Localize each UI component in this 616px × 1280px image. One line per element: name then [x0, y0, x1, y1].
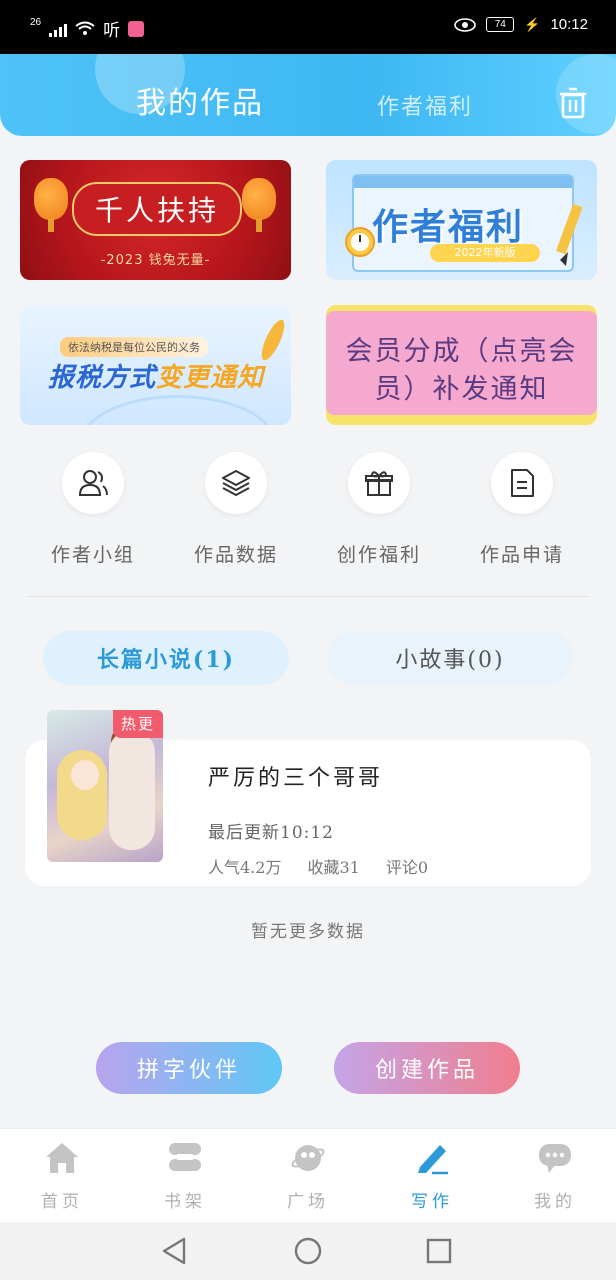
tab-label: 我的	[534, 1192, 576, 1212]
users-icon	[78, 470, 108, 496]
trash-icon[interactable]	[558, 86, 588, 120]
work-cover-image[interactable]: 热更	[47, 710, 163, 862]
create-work-button[interactable]: 创建作品	[334, 1042, 520, 1094]
document-icon	[511, 469, 534, 497]
wifi-icon	[75, 21, 95, 35]
banner-tax-notice[interactable]: 依法纳税是每位公民的义务 报税方式变更通知	[20, 305, 291, 425]
banner-title: 报税方式变更通知	[48, 357, 264, 394]
chat-icon	[539, 1144, 571, 1173]
status-bar: 26 听 74 ⚡ 10:12	[0, 0, 616, 54]
tab-label: 首页	[41, 1192, 83, 1212]
tab-mine[interactable]: 我的	[515, 1141, 595, 1212]
tab-long-novels[interactable]: 长篇小说(1)	[43, 631, 289, 685]
banner-title-part2: 变更通知	[156, 363, 265, 393]
work-title[interactable]: 严厉的三个哥哥	[208, 760, 383, 792]
banner-title: 千人扶持	[94, 194, 219, 227]
shortcut-creation-benefits[interactable]	[348, 452, 410, 514]
tab-square[interactable]: 广场	[268, 1141, 348, 1212]
lantern-icon	[34, 178, 68, 232]
planet-icon	[291, 1145, 325, 1171]
shortcut-author-group[interactable]	[62, 452, 124, 514]
battery-icon: 74	[486, 17, 515, 32]
work-stats: 人气4.2万 收藏31 评论0	[208, 854, 428, 878]
tab-label: 写作	[411, 1192, 453, 1212]
pencil-icon	[556, 203, 583, 266]
tab-author-benefits[interactable]: 作者福利	[377, 89, 473, 121]
tab-bookshelf[interactable]: 书架	[145, 1141, 225, 1212]
clock: 10:12	[550, 16, 588, 33]
banner-title: 作者福利	[372, 207, 525, 248]
work-popularity: 人气4.2万	[208, 858, 282, 877]
alarm-clock-icon	[345, 227, 375, 257]
network-type: 26	[30, 17, 42, 28]
tab-write[interactable]: 写作	[392, 1141, 472, 1212]
bottom-tab-bar: 首页 书架 广场 写作 我的	[0, 1128, 616, 1223]
work-last-update: 最后更新10:12	[208, 823, 334, 843]
home-icon	[46, 1143, 78, 1173]
eye-icon	[454, 17, 477, 32]
tab-label: 广场	[287, 1192, 329, 1212]
app-header: 我的作品 作者福利	[0, 54, 616, 136]
banner-author-benefits[interactable]: 作者福利 2022年新版	[326, 160, 597, 280]
layers-icon	[222, 470, 250, 496]
tab-label: 书架	[164, 1192, 206, 1212]
gift-icon	[365, 471, 393, 496]
banner-plaque: 千人扶持	[72, 182, 242, 236]
shortcut-work-data[interactable]	[205, 452, 267, 514]
notification-app-icon	[128, 20, 145, 37]
work-comments: 评论0	[385, 858, 429, 877]
shortcut-label: 作品申请	[479, 544, 564, 566]
no-more-data-text: 暂无更多数据	[251, 922, 365, 942]
shortcut-work-application[interactable]	[491, 452, 553, 514]
banner-subtitle: 2022年新版	[430, 244, 540, 262]
signal-icon	[49, 21, 68, 37]
bookshelf-icon	[169, 1143, 201, 1171]
lantern-icon	[242, 178, 276, 232]
banner-title-part1: 报税方式	[48, 363, 157, 393]
tab-home[interactable]: 首页	[22, 1141, 102, 1212]
banner-subtitle: 依法纳税是每位公民的义务	[60, 337, 208, 357]
work-favorites: 收藏31	[307, 858, 360, 877]
carrier-text: 听	[103, 21, 121, 40]
banner-member-share[interactable]: 会员分成（点亮会员）补发通知	[326, 305, 597, 425]
shortcut-label: 创作福利	[336, 544, 421, 566]
shortcut-label: 作者小组	[50, 544, 135, 566]
banner-title: 会员分成（点亮会员）补发通知	[345, 336, 578, 405]
shortcut-label: 作品数据	[193, 544, 278, 566]
divider	[26, 596, 590, 597]
home-nav-icon[interactable]	[293, 1236, 323, 1266]
banner-window: 作者福利 2022年新版	[352, 174, 574, 272]
charging-icon: ⚡	[524, 16, 541, 32]
hot-update-badge: 热更	[113, 710, 163, 738]
recents-icon[interactable]	[424, 1236, 454, 1266]
back-icon[interactable]	[160, 1236, 190, 1266]
banner-subtitle: -2023 钱兔无量-	[100, 253, 211, 268]
tab-short-stories[interactable]: 小故事(0)	[327, 631, 573, 685]
banner-decoration	[80, 395, 276, 425]
banner-thousand-support[interactable]: 千人扶持 -2023 钱兔无量-	[20, 160, 291, 280]
feather-icon	[261, 319, 285, 361]
pen-icon	[418, 1145, 448, 1175]
system-nav-bar	[0, 1222, 616, 1280]
page-title[interactable]: 我的作品	[136, 78, 264, 122]
writing-partner-button[interactable]: 拼字伙伴	[96, 1042, 282, 1094]
